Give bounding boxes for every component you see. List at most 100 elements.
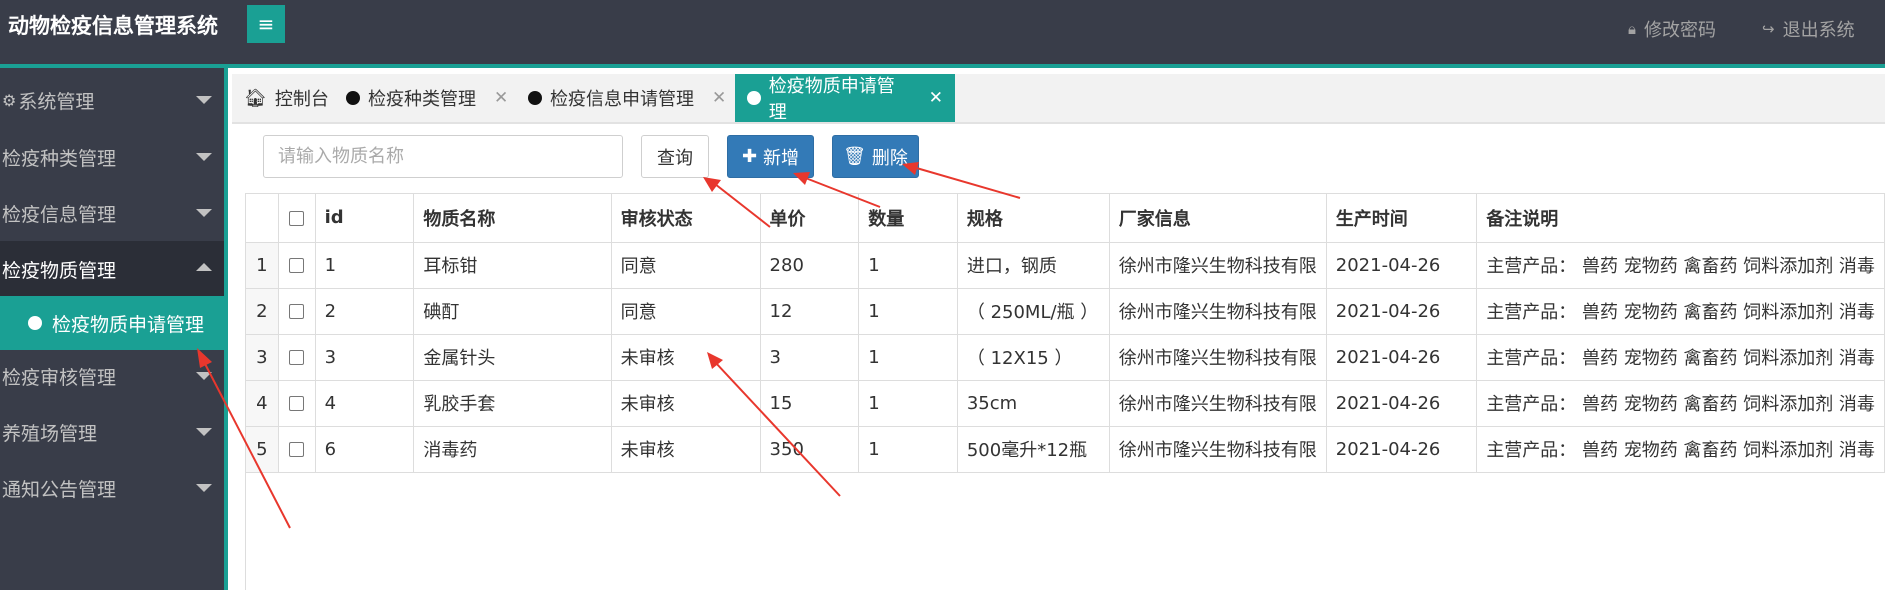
- cell-price: 3: [760, 334, 860, 381]
- column-header[interactable]: 厂家信息: [1109, 194, 1327, 243]
- materials-table-container: id 物质名称 审核状态 单价 数量 规格 厂家信息 生产时间 备注说明 1 1…: [245, 193, 1885, 590]
- caret-down-icon: [196, 372, 212, 380]
- column-header[interactable]: 规格: [957, 194, 1110, 243]
- plus-icon: ✚: [741, 146, 758, 167]
- tab-quarantine-info-application[interactable]: 检疫信息申请管理 ✕: [516, 74, 738, 122]
- sidebar-item-notices[interactable]: 通知公告管理: [0, 460, 224, 516]
- row-number-header: [246, 194, 279, 243]
- select-all-checkbox[interactable]: [289, 210, 305, 226]
- row-select-cell: [278, 288, 316, 335]
- row-number: 1: [246, 242, 279, 289]
- cell-quantity: 1: [858, 426, 958, 473]
- select-all-cell: [278, 194, 316, 243]
- cell-name: 金属针头: [413, 334, 612, 381]
- row-checkbox[interactable]: [289, 304, 305, 319]
- sidebar-item-label: 检疫物质管理: [2, 259, 117, 282]
- cell-date: 2021-04-26: [1326, 242, 1478, 289]
- row-select-cell: [278, 334, 316, 381]
- gear-icon: ⚙: [2, 90, 17, 110]
- row-checkbox[interactable]: [289, 258, 305, 273]
- materials-table: id 物质名称 审核状态 单价 数量 规格 厂家信息 生产时间 备注说明 1 1…: [246, 194, 1885, 473]
- table-row[interactable]: 3 3 金属针头 未审核 3 1 （ 12X15 ） 徐州市隆兴生物科技有限 2…: [246, 334, 1885, 381]
- cell-note: 主营产品： 兽药 宠物药 禽畜药 饲料添加剂 消毒: [1476, 288, 1885, 335]
- cell-price: 350: [760, 426, 860, 473]
- material-name-search-input[interactable]: [263, 135, 623, 178]
- column-header[interactable]: 物质名称: [413, 194, 612, 243]
- row-number: 4: [246, 380, 279, 427]
- row-select-cell: [278, 242, 316, 289]
- table-row[interactable]: 1 1 耳标钳 同意 280 1 进口，钢质 徐州市隆兴生物科技有限 2021-…: [246, 242, 1885, 289]
- tab-label: 控制台: [274, 89, 329, 110]
- sidebar-item-system[interactable]: ⚙ 系统管理: [0, 72, 224, 128]
- row-checkbox[interactable]: [289, 396, 305, 411]
- sidebar-item-label: 系统管理: [18, 90, 95, 113]
- circle-icon: [747, 91, 761, 105]
- delete-button-label: 删除: [871, 147, 908, 169]
- hamburger-icon: ≡: [257, 12, 275, 36]
- cell-spec: 500毫升*12瓶: [957, 426, 1110, 473]
- sidebar-subitem-material-application[interactable]: 检疫物质申请管理: [0, 296, 224, 350]
- tab-quarantine-types[interactable]: 检疫种类管理 ✕: [334, 74, 520, 122]
- tab-console[interactable]: 🏠︎ 控制台: [232, 74, 341, 122]
- cell-quantity: 1: [858, 288, 958, 335]
- logout-link[interactable]: ↪ 退出系统: [1762, 16, 1855, 42]
- sidebar-item-label: 通知公告管理: [2, 478, 117, 501]
- close-icon[interactable]: ✕: [712, 88, 726, 108]
- column-header[interactable]: id: [315, 194, 415, 243]
- tab-label: 检疫信息申请管理: [550, 89, 694, 110]
- change-password-link[interactable]: 🔒︎ 修改密码: [1628, 16, 1716, 42]
- table-row[interactable]: 4 4 乳胶手套 未审核 15 1 35cm 徐州市隆兴生物科技有限 2021-…: [246, 380, 1885, 427]
- cell-date: 2021-04-26: [1326, 380, 1478, 427]
- row-number: 5: [246, 426, 279, 473]
- caret-up-icon: [196, 263, 212, 271]
- sidebar-item-quarantine-info[interactable]: 检疫信息管理: [0, 185, 224, 241]
- cell-date: 2021-04-26: [1326, 288, 1478, 335]
- menu-toggle-button[interactable]: ≡: [247, 5, 285, 43]
- table-row[interactable]: 5 6 消毒药 未审核 350 1 500毫升*12瓶 徐州市隆兴生物科技有限 …: [246, 426, 1885, 473]
- sidebar-item-label: 检疫审核管理: [2, 366, 117, 389]
- row-checkbox[interactable]: [289, 442, 305, 457]
- sidebar-item-quarantine-types[interactable]: 检疫种类管理: [0, 129, 224, 185]
- circle-icon: [346, 91, 360, 105]
- caret-down-icon: [196, 153, 212, 161]
- cell-vendor: 徐州市隆兴生物科技有限: [1109, 426, 1327, 473]
- query-button[interactable]: 查询: [641, 135, 709, 178]
- query-button-label: 查询: [657, 147, 693, 169]
- cell-name: 碘酊: [413, 288, 612, 335]
- add-button[interactable]: ✚ 新增: [727, 135, 814, 178]
- cell-status: 同意: [611, 288, 761, 335]
- column-header[interactable]: 备注说明: [1476, 194, 1885, 243]
- close-icon[interactable]: ✕: [929, 88, 943, 108]
- column-header[interactable]: 数量: [858, 194, 958, 243]
- sidebar-item-quarantine-review[interactable]: 检疫审核管理: [0, 348, 224, 404]
- cell-note: 主营产品： 兽药 宠物药 禽畜药 饲料添加剂 消毒: [1476, 426, 1885, 473]
- sidebar-item-quarantine-materials[interactable]: 检疫物质管理: [0, 241, 224, 297]
- cell-name: 消毒药: [413, 426, 612, 473]
- cell-spec: 进口，钢质: [957, 242, 1110, 289]
- column-header[interactable]: 单价: [760, 194, 860, 243]
- cell-quantity: 1: [858, 380, 958, 427]
- sidebar-item-farms[interactable]: 养殖场管理: [0, 404, 224, 460]
- cell-spec: （ 250ML/瓶 ）: [957, 288, 1110, 335]
- row-select-cell: [278, 380, 316, 427]
- row-checkbox[interactable]: [289, 350, 305, 365]
- tab-material-application[interactable]: 检疫物质申请管理 ✕: [735, 74, 955, 123]
- column-header[interactable]: 生产时间: [1326, 194, 1478, 243]
- circle-icon: [28, 316, 42, 330]
- caret-down-icon: [196, 484, 212, 492]
- row-number: 3: [246, 334, 279, 381]
- cell-vendor: 徐州市隆兴生物科技有限: [1109, 242, 1327, 289]
- cell-vendor: 徐州市隆兴生物科技有限: [1109, 334, 1327, 381]
- trash-icon: 🗑︎: [843, 146, 866, 167]
- tab-label: 检疫物质申请管理: [768, 76, 895, 123]
- cell-status: 未审核: [611, 380, 761, 427]
- close-icon[interactable]: ✕: [494, 88, 508, 108]
- cell-status: 同意: [611, 242, 761, 289]
- sign-out-icon: ↪: [1762, 20, 1775, 38]
- cell-quantity: 1: [858, 334, 958, 381]
- delete-button[interactable]: 🗑︎ 删除: [832, 135, 919, 178]
- cell-date: 2021-04-26: [1326, 426, 1478, 473]
- cell-note: 主营产品： 兽药 宠物药 禽畜药 饲料添加剂 消毒: [1476, 334, 1885, 381]
- column-header[interactable]: 审核状态: [611, 194, 761, 243]
- table-row[interactable]: 2 2 碘酊 同意 12 1 （ 250ML/瓶 ） 徐州市隆兴生物科技有限 2…: [246, 288, 1885, 335]
